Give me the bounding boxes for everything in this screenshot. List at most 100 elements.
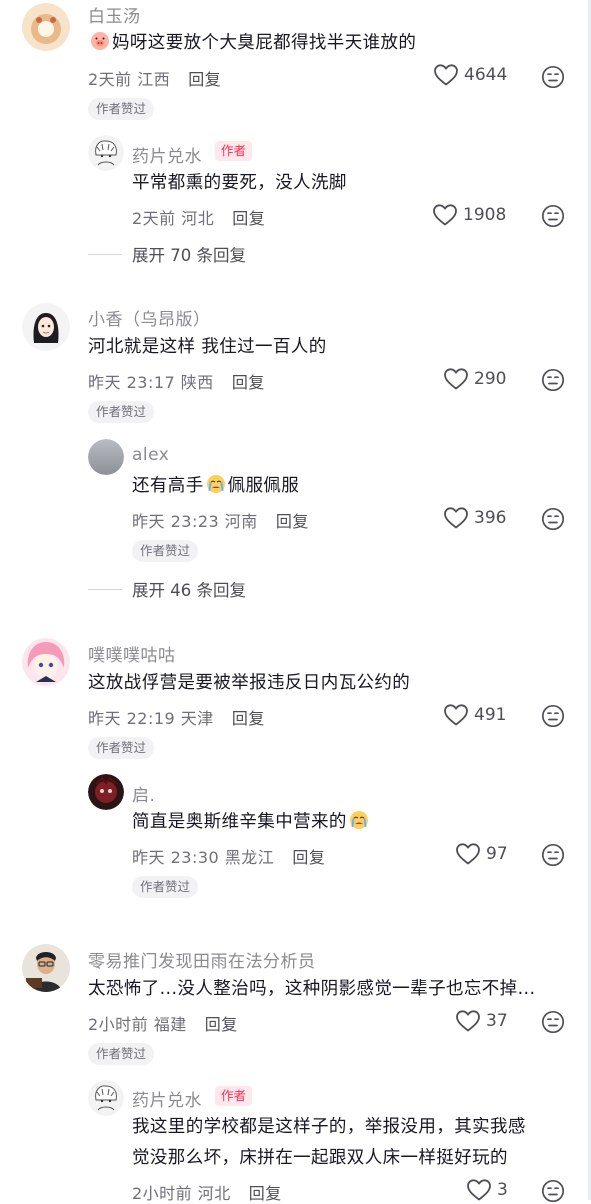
dislike-button[interactable] bbox=[541, 1179, 565, 1203]
avatar[interactable] bbox=[88, 774, 124, 810]
username[interactable]: 零易推门发现田雨在法分析员 bbox=[88, 947, 316, 972]
location: 黑龙江 bbox=[224, 848, 275, 867]
username[interactable]: 药片兑水 bbox=[132, 142, 202, 167]
location: 河南 bbox=[224, 512, 258, 531]
time: 昨天 23:30 bbox=[132, 848, 220, 867]
divider bbox=[88, 588, 122, 590]
crying-face-emoji bbox=[349, 810, 369, 830]
author-liked-badge: 作者赞过 bbox=[132, 876, 199, 898]
username[interactable]: 小香（乌昂版） bbox=[88, 305, 211, 330]
comment-meta: 2天前 江西 回复 bbox=[88, 66, 221, 90]
heart-outline-icon bbox=[433, 204, 457, 226]
comment-meta: 昨天 23:30 黑龙江 回复 bbox=[132, 844, 325, 868]
unhappy-face-icon bbox=[541, 843, 565, 867]
dislike-button[interactable] bbox=[541, 65, 565, 89]
heart-outline-icon bbox=[444, 368, 468, 390]
username[interactable]: 药片兑水 bbox=[132, 1086, 202, 1111]
unhappy-face-icon bbox=[541, 204, 565, 228]
dislike-button[interactable] bbox=[541, 204, 565, 228]
reply-button[interactable]: 回复 bbox=[232, 209, 265, 228]
like-button[interactable]: 491 bbox=[443, 703, 506, 727]
comment-text: 简直是奥斯维辛集中营来的 bbox=[132, 807, 371, 837]
comment-meta: 2小时前 福建 回复 bbox=[88, 1011, 238, 1035]
comment-text-content: 还有高手 bbox=[132, 476, 204, 496]
expand-label: 展开 46 条回复 bbox=[132, 581, 246, 600]
dislike-button[interactable] bbox=[541, 368, 565, 392]
username[interactable]: 噗噗噗咕咕 bbox=[88, 641, 176, 666]
divider bbox=[88, 253, 122, 255]
reply-button[interactable]: 回复 bbox=[249, 1184, 282, 1203]
comment-text: 还有高手 佩服佩服 bbox=[132, 471, 299, 501]
like-count: 290 bbox=[474, 369, 507, 389]
comment-text-content: 妈呀这要放个大臭屁都得找半天谁放的 bbox=[112, 33, 417, 53]
comment-text: 觉没那么坏，床拼在一起跟双人床一样挺好玩的 bbox=[132, 1148, 508, 1168]
time: 昨天 22:19 bbox=[88, 709, 176, 728]
avatar[interactable] bbox=[22, 303, 70, 351]
author-liked-badge: 作者赞过 bbox=[88, 737, 155, 759]
author-liked-badge: 作者赞过 bbox=[88, 98, 155, 120]
like-button[interactable]: 37 bbox=[455, 1009, 508, 1033]
location: 河北 bbox=[181, 209, 215, 228]
avatar[interactable] bbox=[88, 135, 124, 171]
like-button[interactable]: 396 bbox=[443, 506, 506, 530]
unhappy-face-icon bbox=[541, 507, 565, 531]
comment-meta: 昨天 23:17 陕西 回复 bbox=[88, 369, 265, 393]
heart-outline-icon bbox=[444, 704, 468, 726]
reply-button[interactable]: 回复 bbox=[276, 512, 309, 531]
heart-outline-icon bbox=[467, 1179, 491, 1201]
author-liked-badge: 作者赞过 bbox=[88, 401, 155, 423]
crying-face-emoji bbox=[206, 474, 226, 494]
heart-outline-icon bbox=[444, 507, 468, 529]
like-count: 37 bbox=[486, 1011, 508, 1031]
time: 昨天 23:17 bbox=[88, 373, 176, 392]
comment-text: 我这里的学校都是这样子的，举报没用，其实我感 bbox=[132, 1117, 526, 1137]
location: 天津 bbox=[180, 709, 214, 728]
comment-meta: 2天前 河北 回复 bbox=[132, 205, 265, 229]
reply-button[interactable]: 回复 bbox=[232, 709, 265, 728]
dislike-button[interactable] bbox=[541, 843, 565, 867]
comment-text: 妈呀这要放个大臭屁都得找半天谁放的 bbox=[88, 28, 416, 58]
author-liked-badge: 作者赞过 bbox=[132, 540, 199, 562]
unhappy-face-icon bbox=[541, 65, 565, 89]
location: 江西 bbox=[137, 70, 171, 89]
like-count: 3 bbox=[497, 1180, 508, 1200]
like-button[interactable]: 3 bbox=[466, 1178, 508, 1202]
time: 2天前 bbox=[132, 209, 176, 228]
reply-button[interactable]: 回复 bbox=[205, 1015, 238, 1034]
dislike-button[interactable] bbox=[541, 1010, 565, 1034]
pig-face-emoji bbox=[90, 31, 110, 51]
avatar[interactable] bbox=[22, 944, 70, 992]
dislike-button[interactable] bbox=[541, 507, 565, 531]
avatar[interactable] bbox=[22, 3, 70, 51]
expand-replies-button[interactable]: 展开 70 条回复 bbox=[88, 242, 246, 266]
like-count: 1908 bbox=[463, 205, 507, 225]
avatar[interactable] bbox=[22, 638, 70, 686]
username[interactable]: 启. bbox=[132, 781, 155, 806]
like-count: 4644 bbox=[464, 65, 508, 85]
comment-text: 平常都熏的要死，没人洗脚 bbox=[132, 173, 347, 193]
like-button[interactable]: 1908 bbox=[432, 203, 506, 227]
heart-outline-icon bbox=[456, 1010, 480, 1032]
like-button[interactable]: 97 bbox=[455, 842, 508, 866]
avatar[interactable] bbox=[88, 439, 124, 475]
like-count: 396 bbox=[474, 508, 507, 528]
like-button[interactable]: 290 bbox=[443, 367, 506, 391]
time: 昨天 23:23 bbox=[132, 512, 220, 531]
location: 河北 bbox=[197, 1184, 231, 1203]
dislike-button[interactable] bbox=[541, 704, 565, 728]
comment-text: 太恐怖了...没人整治吗，这种阴影感觉一辈子也忘不掉... bbox=[88, 979, 536, 999]
reply-button[interactable]: 回复 bbox=[188, 70, 221, 89]
expand-replies-button[interactable]: 展开 46 条回复 bbox=[88, 577, 246, 601]
username[interactable]: 白玉汤 bbox=[88, 2, 141, 27]
reply-button[interactable]: 回复 bbox=[292, 848, 325, 867]
comment-meta: 2小时前 河北 回复 bbox=[132, 1180, 282, 1204]
reply-button[interactable]: 回复 bbox=[232, 373, 265, 392]
avatar[interactable] bbox=[88, 1080, 124, 1116]
comment-text: 河北就是这样 我住过一百人的 bbox=[88, 337, 327, 357]
username[interactable]: alex bbox=[132, 445, 169, 465]
like-count: 97 bbox=[486, 844, 508, 864]
comment-text-content: 佩服佩服 bbox=[227, 476, 300, 496]
like-button[interactable]: 4644 bbox=[433, 63, 507, 87]
author-liked-badge: 作者赞过 bbox=[88, 1043, 155, 1065]
unhappy-face-icon bbox=[541, 368, 565, 392]
